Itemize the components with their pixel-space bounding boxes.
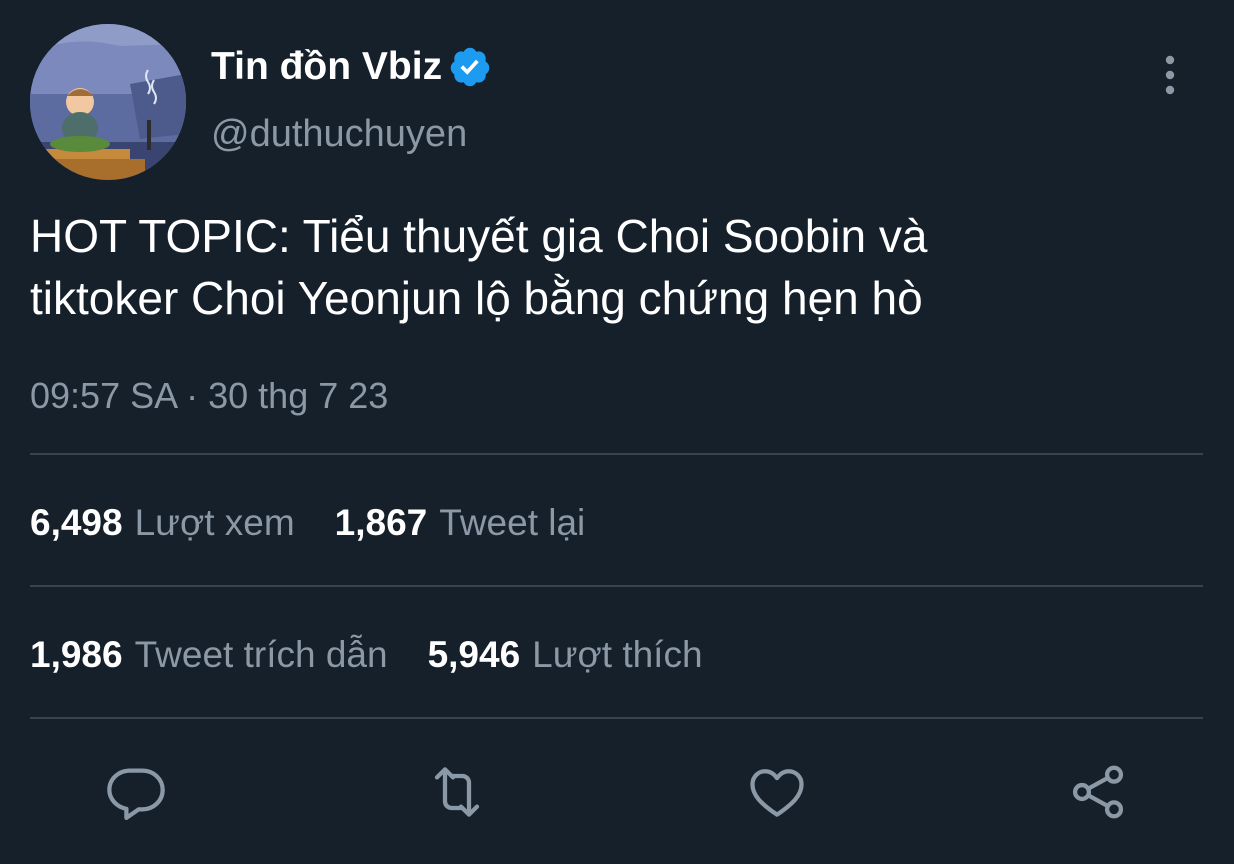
share-icon[interactable] [1066,760,1130,824]
stats-row: 1,986 Tweet trích dẫn 5,946 Lượt thích [30,633,703,677]
divider [30,717,1203,719]
retweets-label: Tweet lại [439,502,586,543]
divider [30,585,1203,587]
tweet-text: HOT TOPIC: Tiểu thuyết gia Choi Soobin v… [30,205,1180,329]
stats-row: 6,498 Lượt xem 1,867 Tweet lại [30,501,585,545]
divider [30,453,1203,455]
quotes-label: Tweet trích dẫn [134,634,388,675]
reply-icon[interactable] [104,760,168,824]
likes-label: Lượt thích [532,634,703,675]
views-stat[interactable]: 6,498 Lượt xem [30,501,295,545]
tweet-text-line: HOT TOPIC: Tiểu thuyết gia Choi Soobin v… [30,210,928,262]
retweets-stat[interactable]: 1,867 Tweet lại [335,501,586,545]
verified-badge-icon [448,45,492,89]
avatar[interactable] [30,24,186,180]
quotes-count: 1,986 [30,634,123,675]
author-display-name: Tin đồn Vbiz [211,45,443,88]
likes-count: 5,946 [427,634,521,675]
quotes-stat[interactable]: 1,986 Tweet trích dẫn [30,633,388,677]
tweet-timestamp[interactable]: 09:57 SA · 30 thg 7 23 [30,374,388,418]
avatar-image [30,24,186,180]
views-count: 6,498 [30,502,123,543]
retweets-count: 1,867 [334,502,428,543]
author-name[interactable]: Tin đồn Vbiz [211,44,492,90]
likes-stat[interactable]: 5,946 Lượt thích [428,633,703,677]
retweet-icon[interactable] [425,760,489,824]
author-handle[interactable]: @duthuchuyen [211,112,467,156]
tweet-detail-view: Tin đồn Vbiz @duthuchuyen HOT TOPIC: Tiể… [0,0,1234,864]
heart-icon[interactable] [745,760,809,824]
more-vertical-icon[interactable] [1152,52,1188,98]
views-label: Lượt xem [134,502,295,543]
tweet-text-line: tiktoker Choi Yeonjun lộ bằng chứng hẹn … [30,272,923,324]
